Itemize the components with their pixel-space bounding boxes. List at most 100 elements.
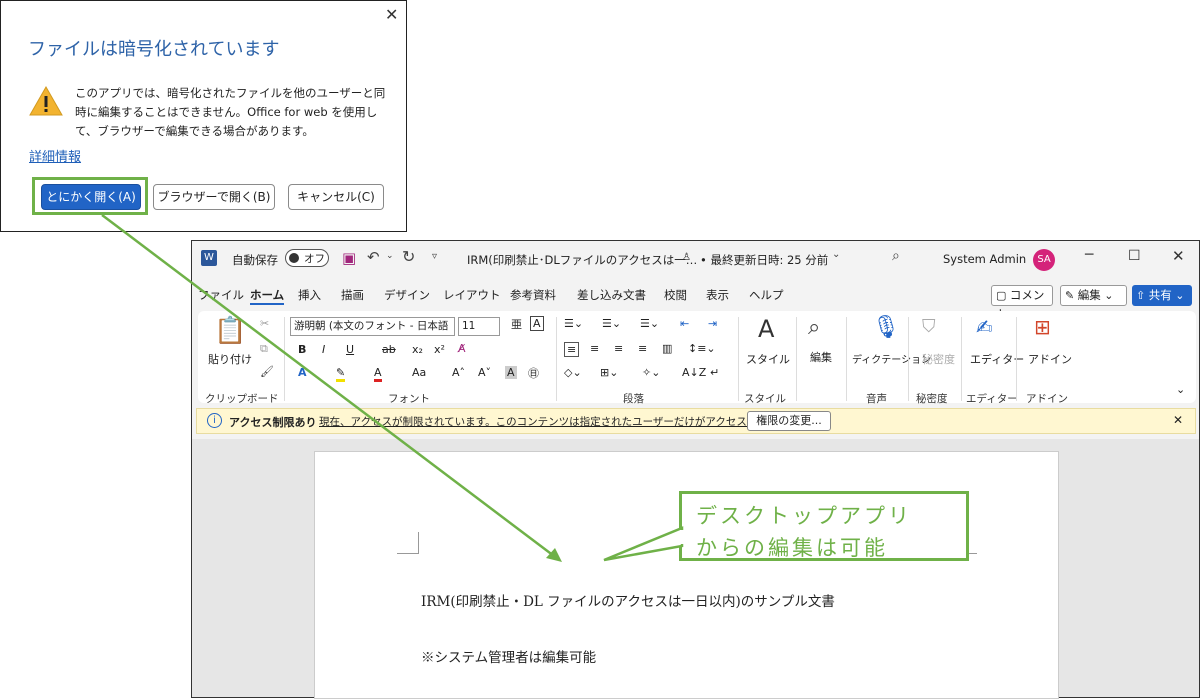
- avatar[interactable]: SA: [1033, 249, 1055, 271]
- toggle-knob: [289, 253, 299, 263]
- chevron-down-icon[interactable]: ⌄: [832, 249, 840, 260]
- open-in-browser-button[interactable]: ブラウザーで開く(B): [153, 184, 275, 210]
- toggle-label: オフ: [304, 253, 325, 265]
- user-name[interactable]: System Admin: [943, 252, 1026, 266]
- tab-design[interactable]: デザイン: [384, 287, 430, 303]
- cut-icon[interactable]: ✂: [260, 317, 269, 330]
- group-clipboard: クリップボード: [205, 393, 279, 405]
- restricted-message[interactable]: 現在、アクセスが制限されています。このコンテンツは指定されたユーザーだけがアクセ…: [319, 414, 798, 429]
- change-case-icon[interactable]: Aa: [412, 366, 426, 379]
- tab-review[interactable]: 校閲: [664, 287, 687, 303]
- addins-icon[interactable]: ⊞: [1034, 315, 1051, 339]
- distributed-icon[interactable]: ▥: [662, 342, 672, 355]
- person-icon: ♙: [682, 252, 691, 263]
- decrease-indent-icon[interactable]: ⇤: [680, 317, 689, 330]
- dialog-message: このアプリでは、暗号化されたファイルを他のユーザーと同時に編集することはできませ…: [75, 86, 386, 138]
- document-line-1[interactable]: IRM(印刷禁止・DL ファイルのアクセスは一日以内)のサンプル文書: [421, 590, 835, 610]
- tab-help[interactable]: ヘルプ: [749, 287, 784, 303]
- multilevel-list-icon[interactable]: ☰⌄: [640, 317, 659, 330]
- format-painter-icon[interactable]: 🖌: [260, 365, 274, 378]
- sort-icon[interactable]: A↓Z: [682, 366, 706, 379]
- dictate-label[interactable]: ディクテーション: [852, 351, 931, 366]
- cancel-button[interactable]: キャンセル(C): [288, 184, 384, 210]
- show-marks-icon[interactable]: ↵: [710, 366, 719, 379]
- tab-mailings[interactable]: 差し込み文書: [577, 287, 646, 303]
- underline-icon[interactable]: U: [346, 343, 354, 356]
- align-center-icon[interactable]: ≡: [590, 342, 599, 355]
- font-size-select[interactable]: 11: [458, 317, 500, 336]
- group-voice: 音声: [866, 393, 887, 405]
- maximize-icon[interactable]: ☐: [1128, 248, 1141, 264]
- font-color-icon[interactable]: A: [374, 366, 382, 382]
- tab-references[interactable]: 参考資料: [510, 287, 556, 303]
- paste-icon[interactable]: 📋: [214, 316, 246, 346]
- search-icon[interactable]: ⌕: [892, 248, 900, 264]
- last-modified[interactable]: • 最終更新日時: 25 分前: [700, 252, 828, 268]
- line-spacing-icon[interactable]: ↕≡⌄: [688, 342, 716, 355]
- numbering-icon[interactable]: ☰⌄: [602, 317, 621, 330]
- tab-file[interactable]: ファイル: [198, 287, 244, 303]
- align-right-icon[interactable]: ≡: [614, 342, 623, 355]
- tab-insert[interactable]: 挿入: [298, 287, 321, 303]
- tab-layout[interactable]: レイアウト: [443, 287, 501, 303]
- close-icon[interactable]: ✕: [385, 5, 398, 24]
- shrink-font-icon[interactable]: A˅: [478, 366, 491, 379]
- save-icon[interactable]: ▣: [342, 249, 356, 267]
- comment-button[interactable]: ▢ コメント: [991, 285, 1053, 321]
- character-border-icon[interactable]: A: [530, 316, 544, 331]
- font-name-select[interactable]: 游明朝 (本文のフォント - 日本語: [290, 317, 455, 336]
- minimize-icon[interactable]: ─: [1085, 247, 1093, 263]
- phonetic-guide-icon[interactable]: 亜: [511, 316, 522, 332]
- edit-mode-button[interactable]: ✎ 編集 ⌄: [1060, 285, 1127, 306]
- change-permission-button[interactable]: 権限の変更...: [747, 411, 831, 431]
- superscript-icon[interactable]: x²: [434, 343, 445, 356]
- shading-icon[interactable]: ◇⌄: [564, 366, 582, 379]
- customize-qat-icon[interactable]: ▿: [432, 251, 437, 262]
- bold-icon[interactable]: B: [298, 343, 306, 356]
- copy-icon[interactable]: ⧉: [260, 342, 268, 356]
- group-paragraph: 段落: [623, 393, 644, 405]
- enclose-characters-icon[interactable]: ㊐: [528, 365, 539, 381]
- styles-icon[interactable]: A: [758, 315, 774, 343]
- close-infobar-icon[interactable]: ✕: [1173, 413, 1183, 427]
- asian-layout-icon[interactable]: ✧⌄: [642, 366, 660, 379]
- addins-label[interactable]: アドイン: [1028, 351, 1072, 367]
- sensitivity-icon: ⛉: [922, 316, 936, 337]
- undo-icon[interactable]: ↶: [367, 248, 380, 266]
- text-effects-icon[interactable]: A: [298, 366, 307, 379]
- tab-home[interactable]: ホーム: [250, 287, 285, 305]
- share-button[interactable]: ⇧ 共有 ⌄: [1132, 285, 1192, 306]
- find-icon[interactable]: ⌕: [808, 315, 820, 340]
- editor-icon[interactable]: ✍: [976, 315, 993, 339]
- increase-indent-icon[interactable]: ⇥: [708, 317, 717, 330]
- styles-label[interactable]: スタイル: [746, 351, 790, 367]
- document-title[interactable]: IRM(印刷禁止･DLファイルのアクセスは一…: [467, 252, 697, 268]
- justify-icon[interactable]: ≡: [638, 342, 647, 355]
- close-window-icon[interactable]: ✕: [1172, 247, 1185, 265]
- strikethrough-icon[interactable]: ab: [382, 343, 396, 356]
- grow-font-icon[interactable]: A˄: [452, 366, 465, 379]
- clear-formatting-icon[interactable]: A̸: [458, 342, 466, 355]
- highlight-color-icon[interactable]: ✎: [336, 366, 346, 382]
- sensitivity-label: 秘密度: [922, 353, 955, 366]
- details-link[interactable]: 詳細情報: [29, 146, 81, 165]
- italic-icon[interactable]: I: [322, 343, 325, 356]
- undo-dropdown-icon[interactable]: ⌄: [386, 251, 394, 261]
- paste-label[interactable]: 貼り付け: [208, 351, 252, 367]
- share-label: 共有: [1148, 288, 1172, 302]
- collapse-ribbon-icon[interactable]: ⌄: [1176, 383, 1185, 396]
- editing-label[interactable]: 編集: [810, 349, 832, 365]
- bullets-icon[interactable]: ☰⌄: [564, 317, 583, 330]
- group-font: フォント: [388, 393, 430, 405]
- document-page[interactable]: IRM(印刷禁止・DL ファイルのアクセスは一日以内)のサンプル文書 ※システム…: [314, 451, 1059, 699]
- autosave-toggle[interactable]: オフ: [285, 249, 329, 267]
- character-shading-icon[interactable]: A: [505, 366, 517, 379]
- tab-view[interactable]: 表示: [706, 287, 729, 303]
- align-left-icon[interactable]: ≡: [564, 342, 580, 357]
- borders-icon[interactable]: ⊞⌄: [600, 366, 618, 379]
- subscript-icon[interactable]: x₂: [412, 343, 423, 356]
- microphone-icon[interactable]: 🎙: [872, 315, 900, 340]
- tab-draw[interactable]: 描画: [341, 287, 364, 303]
- redo-icon[interactable]: ↻: [402, 247, 415, 266]
- document-line-2[interactable]: ※システム管理者は編集可能: [421, 646, 596, 666]
